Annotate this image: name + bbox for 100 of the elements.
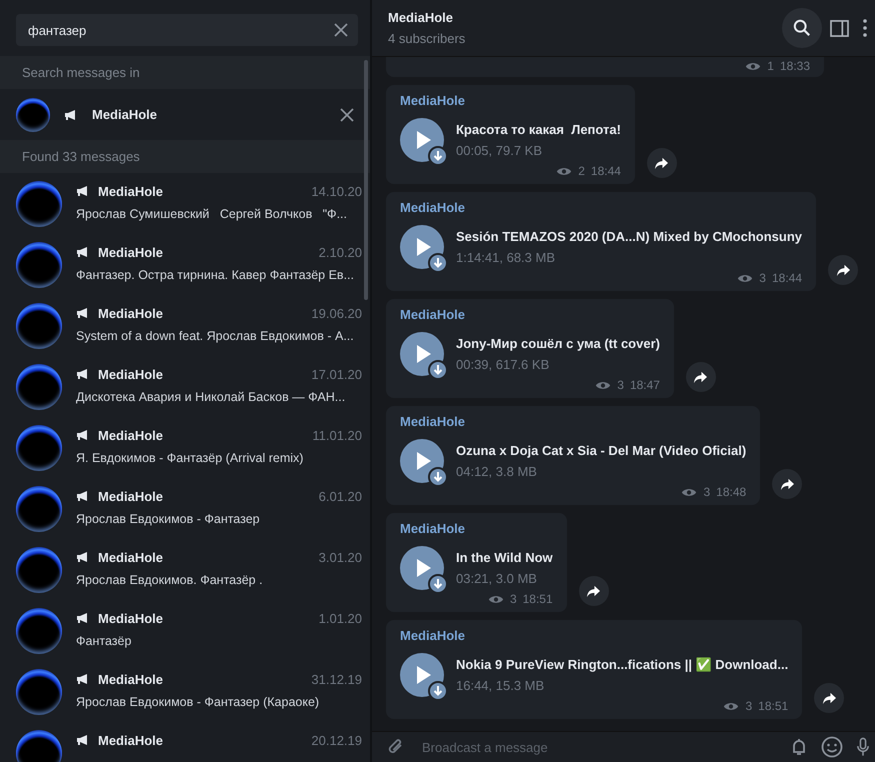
search-result[interactable]: MediaHole 3.01.20 Ярослав Евдокимов. Фантазёр . xyxy=(0,539,370,600)
audio-details: 1:14:41, 68.3 MB xyxy=(456,250,556,265)
menu-icon[interactable] xyxy=(863,19,867,37)
eye-icon xyxy=(556,166,572,176)
forward-button[interactable] xyxy=(686,362,716,392)
search-result[interactable]: MediaHole 1.01.20 Фантазёр xyxy=(0,600,370,661)
message-composer[interactable]: Broadcast a message xyxy=(372,731,875,762)
audio-title: Красота то какая Лепота! xyxy=(456,122,621,137)
megaphone-icon xyxy=(76,612,90,624)
chat-title: MediaHole xyxy=(388,10,454,25)
forward-button[interactable] xyxy=(578,576,609,606)
view-count: 3 xyxy=(510,592,517,606)
megaphone-icon xyxy=(64,108,78,120)
chat-name: MediaHole xyxy=(92,107,158,122)
result-snippet: Фантазер. Остра тирнина. Кавер Фантазёр Ев... xyxy=(76,268,355,282)
download-icon[interactable] xyxy=(428,681,448,701)
search-field[interactable]: фантазер xyxy=(16,14,358,46)
result-date: 17.01.20 xyxy=(311,366,362,382)
message-time: 18:48 xyxy=(716,485,746,499)
search-result[interactable]: MediaHole 20.12.19 xyxy=(0,722,370,762)
channel-avatar xyxy=(16,302,62,348)
search-result[interactable]: MediaHole 11.01.20 Я. Евдокимов - Фантазёр (Arrival remix) xyxy=(0,417,370,478)
sender-name: MediaHole xyxy=(400,307,466,322)
result-name: MediaHole xyxy=(98,488,164,504)
sidebar-toggle-icon[interactable] xyxy=(830,20,849,36)
view-count: 3 xyxy=(745,699,752,713)
channel-avatar xyxy=(16,180,62,226)
result-snippet: System of a down feat. Ярослав Евдокимов - А... xyxy=(76,328,355,342)
result-date: 14.10.20 xyxy=(311,184,362,198)
download-icon[interactable] xyxy=(428,253,448,273)
download-icon[interactable] xyxy=(428,467,448,487)
sender-name: MediaHole xyxy=(400,200,466,215)
result-date: 3.01.20 xyxy=(318,550,362,564)
audio-title: Jony-Мир сошёл с ума (tt cover) xyxy=(456,336,660,351)
eye-icon xyxy=(745,60,762,72)
megaphone-icon xyxy=(76,490,90,502)
result-snippet: Ярослав Евдокимов - Фантазер xyxy=(76,512,261,526)
download-icon[interactable] xyxy=(428,360,448,380)
channel-avatar xyxy=(16,486,62,532)
view-count: 2 xyxy=(578,164,585,178)
channel-avatar xyxy=(16,98,50,132)
audio-details: 00:39, 617.6 KB xyxy=(456,357,550,372)
download-icon[interactable] xyxy=(428,574,448,594)
result-name: MediaHole xyxy=(98,732,164,748)
megaphone-icon xyxy=(76,734,90,746)
forward-arrow-icon xyxy=(822,692,837,704)
search-result[interactable]: MediaHole 14.10.20 Ярослав Сумишевский Сергей Волчков "Ф... xyxy=(0,173,370,234)
forward-button[interactable] xyxy=(646,148,677,178)
forward-arrow-icon xyxy=(586,584,602,598)
search-result[interactable]: MediaHole 19.06.20 System of a down feat. Ярослав Евдокимов - А... xyxy=(0,295,370,356)
channel-avatar xyxy=(16,608,62,654)
found-count: Found 33 messages xyxy=(22,149,140,164)
megaphone-icon xyxy=(76,673,90,685)
result-date: 31.12.19 xyxy=(311,672,362,686)
search-result[interactable]: MediaHole 6.01.20 Ярослав Евдокимов - Фантазер xyxy=(0,478,370,539)
result-date: 6.01.20 xyxy=(318,488,362,504)
audio-details: 00:05, 79.7 KB xyxy=(456,143,544,158)
eye-icon xyxy=(595,380,612,390)
result-date: 20.12.19 xyxy=(311,732,362,748)
bell-icon[interactable] xyxy=(791,737,807,757)
clear-search-icon[interactable] xyxy=(334,23,348,37)
result-name: MediaHole xyxy=(98,550,164,564)
view-count: 1 xyxy=(767,59,774,73)
result-snippet: Ярослав Сумишевский Сергей Волчков "Ф... xyxy=(76,206,348,220)
result-snippet: Ярослав Евдокимов. Фантазёр . xyxy=(76,572,264,586)
microphone-icon[interactable] xyxy=(857,737,869,757)
search-result[interactable]: MediaHole 17.01.20 Дискотека Авария и Николай Басков — ФАН... xyxy=(0,356,370,417)
message-time: 18:33 xyxy=(780,59,810,73)
forward-button[interactable] xyxy=(828,255,858,285)
audio-details: 04:12, 3.8 MB xyxy=(456,464,538,479)
download-icon[interactable] xyxy=(428,146,448,166)
result-name: MediaHole xyxy=(98,184,164,198)
audio-details: 16:44, 15.3 MB xyxy=(456,678,546,693)
close-icon[interactable] xyxy=(340,108,354,122)
search-result[interactable]: MediaHole 2.10.20 Фантазер. Остра тирнина. Кавер Фантазёр Ев... xyxy=(0,234,370,295)
message-field[interactable]: Broadcast a message xyxy=(420,738,777,756)
sender-name: MediaHole xyxy=(400,93,466,108)
audio-title: Sesión TEMAZOS 2020 (DA...N) Mixed by CMochonsuny xyxy=(456,229,802,244)
forward-button[interactable] xyxy=(772,469,802,499)
subscriber-count: 4 subscribers xyxy=(388,31,466,46)
message-time: 18:44 xyxy=(772,271,802,285)
eye-icon xyxy=(488,594,504,604)
scrollbar[interactable] xyxy=(364,60,368,300)
search-button[interactable] xyxy=(782,8,822,48)
megaphone-icon xyxy=(76,551,90,563)
search-icon xyxy=(793,19,811,37)
channel-avatar xyxy=(16,424,62,470)
result-name: MediaHole xyxy=(98,244,164,260)
channel-avatar xyxy=(16,730,62,762)
result-date: 1.01.20 xyxy=(318,610,362,626)
audio-title: Ozuna x Doja Cat x Sia - Del Mar (Video Oficial) xyxy=(456,443,746,458)
forward-button[interactable] xyxy=(814,683,844,713)
forward-arrow-icon xyxy=(836,264,850,276)
search-result[interactable]: MediaHole 31.12.19 Ярослав Евдокимов - Фантазер (Караоке) xyxy=(0,661,370,722)
forward-arrow-icon xyxy=(654,156,670,170)
result-date: 11.01.20 xyxy=(312,428,362,442)
view-count: 3 xyxy=(703,485,710,499)
emoji-icon[interactable] xyxy=(821,736,843,758)
result-date: 19.06.20 xyxy=(311,306,362,320)
eye-icon xyxy=(723,700,740,712)
